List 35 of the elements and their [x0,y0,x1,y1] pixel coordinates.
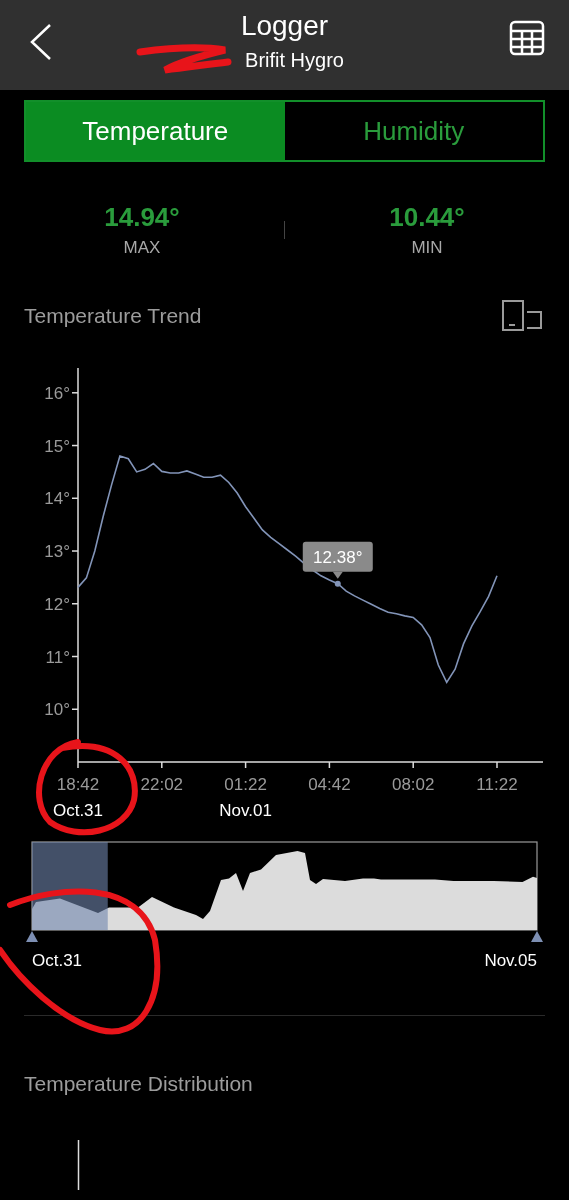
range-start-label: Oct.31 [32,951,83,970]
stat-label: MAX [123,238,161,257]
stat-value: 14.94° [104,204,180,230]
screen-title: Logger [240,12,329,40]
section-title: Temperature Trend [24,303,202,330]
axis-label: 22:02 [140,775,184,794]
axis-label: 18:42 [56,775,100,794]
device-name: Brifit Hygro [244,50,344,70]
table-view-button[interactable] [509,20,545,56]
axis-label: 01:22 [224,775,267,794]
stat-value: 10.44° [389,204,465,230]
axis-label: 11° [45,647,70,667]
range-handle[interactable] [26,931,38,942]
axis-label: 13° [44,542,70,561]
axis-label: 14° [44,489,70,509]
axis-label: 16° [44,383,70,403]
chart-axis [77,1138,80,1190]
axis-label: 04:42 [308,775,351,794]
axis-label: 15° [44,436,70,456]
stat-label: MIN [411,238,443,257]
axis-label: 12° [44,594,70,614]
range-selection[interactable] [32,842,108,930]
range-end-label: Nov.05 [484,951,537,970]
axis-label: 11:22 [476,775,518,794]
section-title: Temperature Distribution [24,1072,253,1095]
landscape-icon[interactable] [501,300,545,332]
value-tooltip: 12.38° [302,541,373,579]
axis-label: 08:02 [391,775,435,794]
date-label: Nov.01 [219,801,272,820]
data-point [334,580,341,587]
range-handle[interactable] [531,931,543,942]
date-label: Oct.31 [52,801,104,820]
annotation: 12.38° [313,547,363,567]
axis-label: 10° [44,700,70,720]
tab[interactable]: Temperature [26,102,285,160]
